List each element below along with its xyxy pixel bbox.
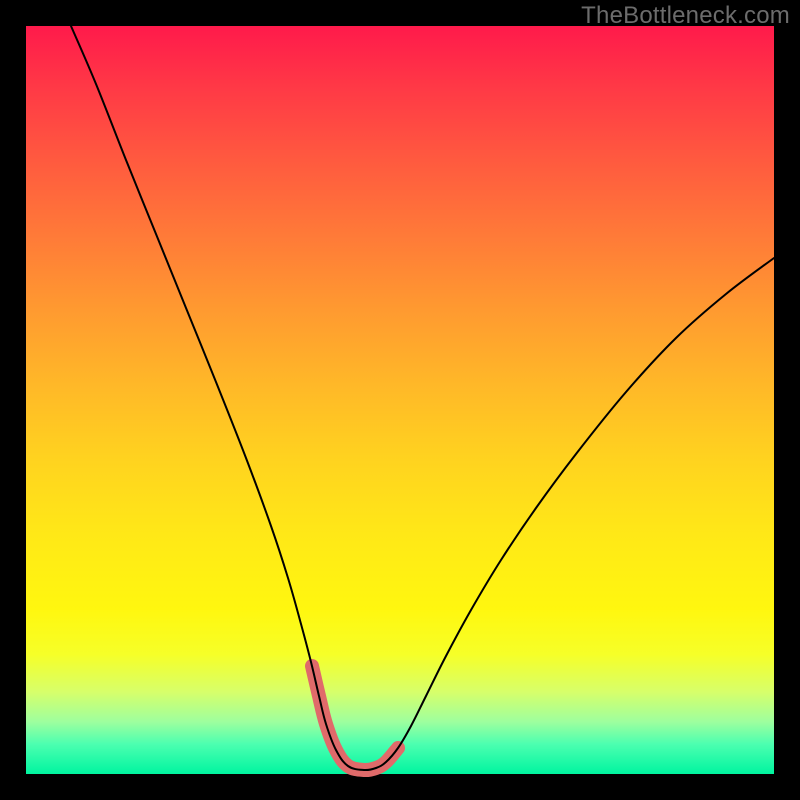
outer-frame: TheBottleneck.com — [0, 0, 800, 800]
plot-area — [26, 26, 774, 774]
curve-svg — [26, 26, 774, 774]
watermark-text: TheBottleneck.com — [581, 2, 790, 30]
main-curve — [71, 26, 774, 770]
